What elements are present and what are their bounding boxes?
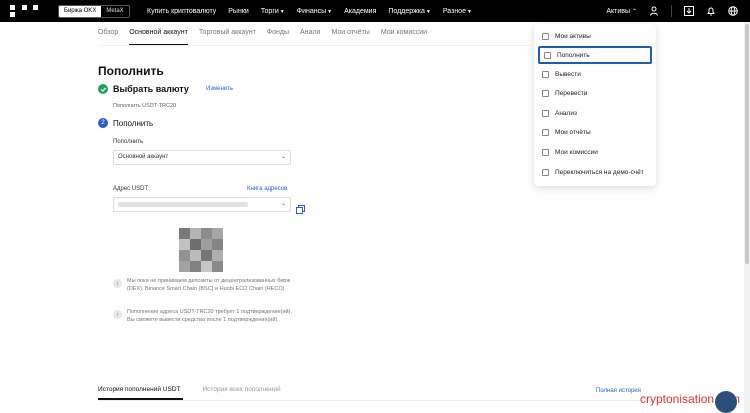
menu-item-deposit[interactable]: Пополнить	[538, 46, 652, 64]
fee-icon	[542, 148, 549, 156]
account-tabs: Обзор Основной аккаунт Торговый аккаунт …	[98, 22, 427, 46]
menu-item-withdraw[interactable]: Вывести	[538, 66, 652, 82]
selected-currency: Пополнить USDT-TRC20	[113, 103, 177, 109]
menu-item-fees[interactable]: Мои комиссии	[538, 144, 652, 160]
address-label: Адрес USDT	[113, 186, 149, 192]
chevron-down-icon: ▼	[279, 8, 285, 15]
step-title: Пополнить	[113, 118, 154, 128]
divider	[671, 5, 672, 17]
change-currency-link[interactable]: Изменить	[206, 86, 233, 92]
account-select[interactable]: Основной аккаунт ⌄	[113, 150, 291, 165]
step-number: 2	[98, 118, 108, 128]
assets-dropdown: Мои активы Пополнить Вывести Перевести А…	[534, 24, 656, 186]
nav-more[interactable]: Разное▼	[443, 8, 472, 15]
page-title: Пополнить	[98, 64, 164, 78]
nav-academy[interactable]: Академия	[344, 8, 376, 15]
report-icon	[542, 128, 549, 136]
top-right-controls: Активы ⌃	[606, 0, 738, 22]
menu-item-analysis[interactable]: Анализ	[538, 105, 652, 121]
deposit-to-label: Пополнить	[113, 139, 144, 145]
info-icon: i	[113, 310, 122, 319]
nav-buy-crypto[interactable]: Купить криптовалюту	[147, 8, 216, 15]
assets-menu-button[interactable]: Активы ⌃	[606, 8, 637, 15]
tab-all-history[interactable]: История всех пополнений	[203, 386, 281, 400]
wallet-icon	[542, 32, 549, 40]
tab-fees[interactable]: Мои комиссии	[381, 22, 427, 46]
top-navbar: Биржа OKX MetaX Купить криптовалюту Рынк…	[0, 0, 750, 22]
info-icon: i	[113, 279, 122, 288]
help-chat-button[interactable]	[715, 391, 737, 413]
tab-funds[interactable]: Фонды	[267, 22, 289, 46]
qr-code	[179, 228, 223, 272]
nav-trade[interactable]: Торги▼	[261, 8, 285, 15]
divider	[98, 45, 530, 46]
notice-text: Мы пока не принимаем депозиты от децентр…	[127, 278, 291, 292]
menu-item-my-assets[interactable]: Мои активы	[538, 28, 652, 44]
divider	[98, 400, 650, 401]
tab-trading-account[interactable]: Торговый аккаунт	[199, 22, 256, 46]
tab-reports[interactable]: Мои отчёты	[331, 22, 369, 46]
notice-confirmations: i Пополнение адреса USDT-TRC20 требует 1…	[113, 309, 297, 324]
step-select-currency: Выбрать валюту Изменить	[98, 84, 233, 94]
scrollbar-thumb[interactable]	[745, 24, 749, 264]
chevron-down-icon: ▼	[466, 8, 472, 15]
main-nav: Купить криптовалюту Рынки Торги▼ Финансы…	[147, 0, 472, 22]
menu-item-demo[interactable]: Переключиться на демо-счёт	[538, 164, 652, 180]
notice-text: Пополнение адреса USDT-TRC20 требует 1 п…	[127, 309, 292, 323]
blurred-address	[118, 202, 248, 207]
address-book-link[interactable]: Книга адресов	[247, 186, 287, 192]
deposit-icon	[544, 51, 551, 59]
step-title: Выбрать валюту	[113, 84, 189, 94]
okx-logo[interactable]	[10, 5, 46, 17]
chevron-down-icon: ⌄	[280, 154, 286, 160]
switch-icon	[542, 168, 549, 176]
chevron-down-icon: ⌄	[280, 201, 286, 207]
bell-icon[interactable]	[706, 6, 716, 16]
check-circle-icon	[98, 84, 108, 94]
copy-icon[interactable]	[296, 201, 305, 214]
chevron-down-icon: ▼	[425, 8, 431, 15]
tab-overview[interactable]: Обзор	[98, 22, 118, 46]
history-tabs: История пополнений USDT История всех поп…	[98, 386, 281, 400]
segment-metax[interactable]: MetaX	[101, 6, 128, 17]
nav-finance[interactable]: Финансы▼	[297, 8, 332, 15]
nav-markets[interactable]: Рынки	[228, 8, 249, 15]
platform-switch: Биржа OKX MetaX	[58, 5, 130, 18]
address-select[interactable]: ⌄	[113, 197, 291, 212]
segment-exchange[interactable]: Биржа OKX	[59, 6, 102, 17]
chevron-down-icon: ▼	[327, 8, 333, 15]
menu-item-transfer[interactable]: Перевести	[538, 85, 652, 101]
menu-item-reports[interactable]: Мои отчёты	[538, 124, 652, 140]
tab-analysis[interactable]: Анали	[300, 22, 320, 46]
account-select-value: Основной аккаунт	[118, 154, 169, 160]
withdraw-icon	[542, 70, 549, 78]
globe-icon[interactable]	[728, 6, 738, 16]
tab-usdt-history[interactable]: История пополнений USDT	[98, 386, 183, 400]
download-icon[interactable]	[684, 6, 694, 16]
user-icon[interactable]	[649, 6, 659, 16]
notice-dex: i Мы пока не принимаем депозиты от децен…	[113, 278, 297, 293]
analysis-icon	[542, 109, 549, 117]
chevron-up-icon: ⌃	[631, 8, 637, 15]
nav-support[interactable]: Поддержка▼	[388, 8, 430, 15]
step-deposit: 2 Пополнить	[98, 118, 153, 128]
full-history-link[interactable]: Полная история	[596, 388, 641, 394]
tab-main-account[interactable]: Основной аккаунт	[129, 22, 188, 46]
transfer-icon	[542, 89, 549, 97]
